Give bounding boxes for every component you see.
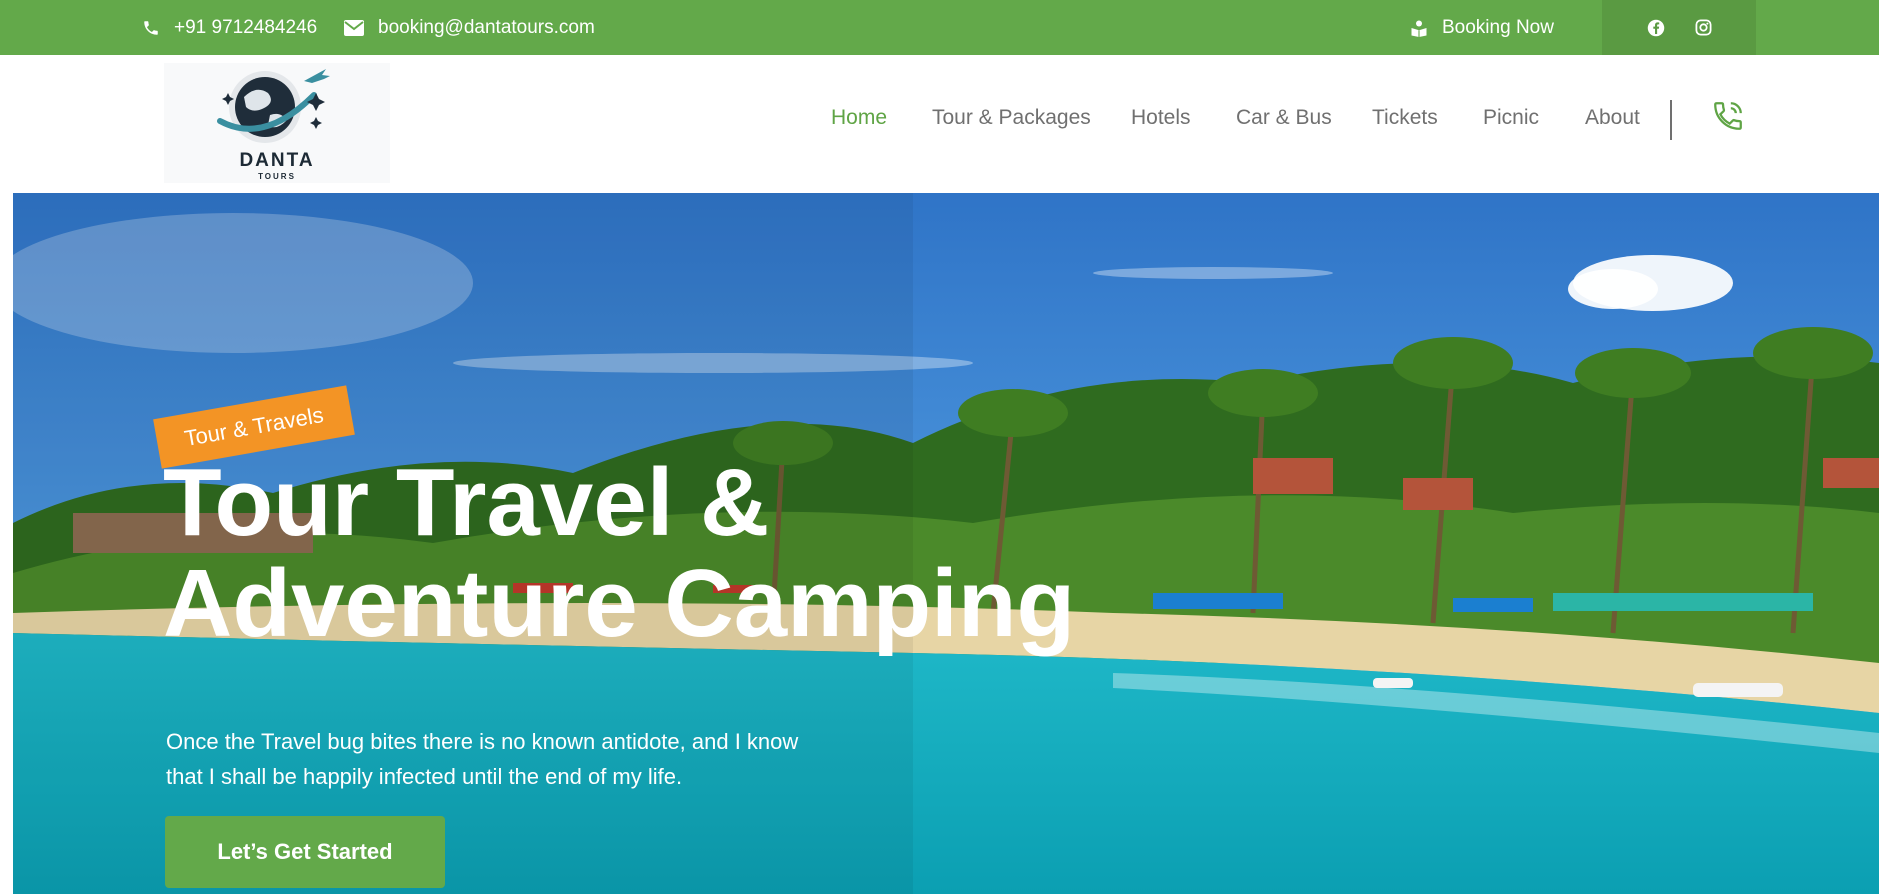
- site-header: DANTA TOURS Home Tour & Packages Hotels …: [0, 55, 1879, 193]
- phone-call-icon[interactable]: [1711, 99, 1745, 133]
- booking-now-label: Booking Now: [1442, 16, 1554, 38]
- nav-item-about[interactable]: About: [1585, 55, 1640, 180]
- logo-tagline: TOURS: [258, 172, 296, 181]
- globe-plane-logo-icon: [217, 69, 330, 143]
- facebook-icon[interactable]: [1647, 19, 1665, 37]
- nav-item-home[interactable]: Home: [831, 55, 887, 180]
- logo[interactable]: DANTA TOURS: [164, 63, 390, 183]
- nav-item-tour-packages[interactable]: Tour & Packages: [932, 55, 1091, 180]
- logo-name: DANTA: [239, 150, 315, 171]
- phone-icon: [144, 20, 158, 35]
- topbar-email[interactable]: booking@dantatours.com: [344, 0, 595, 55]
- nav-divider: [1670, 100, 1672, 140]
- hero-title-line-2: Adventure Camping: [163, 550, 1076, 657]
- hero-description-line-1: Once the Travel bug bites there is no kn…: [166, 729, 799, 754]
- hero-banner: Tour & Travels Tour Travel & Adventure C…: [13, 193, 1879, 894]
- hero-description-line-2: that I shall be happily infected until t…: [166, 764, 683, 789]
- nav-item-hotels[interactable]: Hotels: [1131, 55, 1191, 180]
- instagram-icon[interactable]: [1695, 19, 1712, 36]
- topbar-phone[interactable]: +91 9712484246: [142, 0, 317, 55]
- top-bar: +91 9712484246 booking@dantatours.com Bo…: [0, 0, 1879, 55]
- social-links: [1602, 0, 1756, 55]
- topbar-phone-text: +91 9712484246: [174, 16, 318, 38]
- hero-title-line-1: Tour Travel &: [163, 449, 770, 556]
- nav-item-car-bus[interactable]: Car & Bus: [1236, 55, 1332, 180]
- envelope-icon: [344, 19, 364, 36]
- hero-title: Tour Travel & Adventure Camping: [163, 452, 1075, 654]
- hero-description: Once the Travel bug bites there is no kn…: [166, 724, 886, 794]
- topbar-email-text: booking@dantatours.com: [378, 16, 595, 38]
- booking-now-link[interactable]: Booking Now: [1410, 0, 1554, 55]
- get-started-button[interactable]: Let’s Get Started: [165, 816, 445, 888]
- nav-item-tickets[interactable]: Tickets: [1372, 55, 1438, 180]
- booking-icon: [1411, 20, 1427, 37]
- nav-item-picnic[interactable]: Picnic: [1483, 55, 1539, 180]
